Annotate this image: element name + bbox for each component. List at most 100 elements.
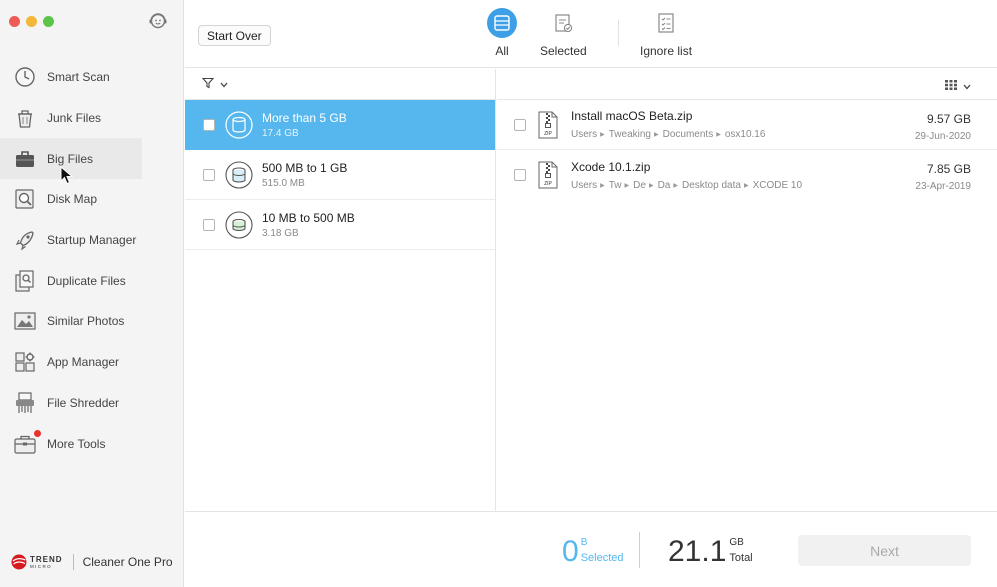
next-button[interactable]: Next [798, 535, 971, 566]
mouse-pointer-icon [60, 165, 74, 186]
tab-label: Selected [540, 44, 587, 58]
sidebar-item-label: Disk Map [47, 192, 98, 207]
path-segment: Desktop data [682, 179, 741, 191]
path-segment: Users [571, 129, 598, 140]
size-category-pane: More than 5 GB 17.4 GB 500 MB to 1 GB 51… [185, 69, 496, 511]
top-toolbar: Start Over All Selected Ignore list [185, 0, 997, 68]
path-arrow-icon: ▶ [648, 182, 654, 189]
path-arrow-icon: ▶ [624, 182, 630, 189]
chevron-down-icon[interactable] [220, 77, 228, 91]
zip-file-icon: ZIP [538, 161, 558, 189]
minimize-window-button[interactable] [26, 16, 37, 27]
close-window-button[interactable] [9, 16, 20, 27]
path-arrow-icon: ▶ [716, 132, 721, 138]
start-over-button[interactable]: Start Over [198, 25, 271, 46]
sidebar-item-label: Smart Scan [47, 70, 110, 85]
zip-file-icon: ZIP [538, 111, 558, 138]
selected-size-value: 0 [562, 535, 579, 568]
file-date: 23-Apr-2019 [915, 181, 971, 192]
svg-text:ZIP: ZIP [544, 181, 552, 187]
selected-caption: Selected [580, 552, 624, 564]
path-arrow-icon: ▶ [600, 132, 605, 138]
total-caption: Total [729, 552, 753, 564]
sidebar-item-startup-manager[interactable]: Startup Manager [0, 220, 184, 261]
trend-micro-logo: TREND MICRO [11, 554, 63, 570]
path-segment: De [633, 179, 646, 191]
drive-icon [487, 8, 517, 38]
category-row[interactable]: 10 MB to 500 MB 3.18 GB [185, 200, 495, 250]
tab-selected[interactable]: Selected [540, 8, 587, 58]
path-segment: Tw [608, 179, 622, 191]
path-segment: Da [657, 179, 671, 191]
selected-summary: 0 B Selected [562, 535, 624, 568]
rocket-icon [12, 227, 38, 253]
checklist-icon [651, 8, 681, 38]
category-checkbox[interactable] [203, 168, 215, 181]
path-arrow-icon: ▶ [654, 132, 659, 138]
category-name: More than 5 GB [262, 111, 347, 125]
disk-icon [225, 160, 253, 189]
filter-bar [185, 69, 495, 100]
sidebar-item-disk-map[interactable]: Disk Map [0, 179, 184, 220]
brand-product-name: Cleaner One Pro [82, 555, 173, 569]
path-segment: Documents [662, 129, 714, 140]
sidebar-item-junk-files[interactable]: Junk Files [0, 98, 184, 139]
path-arrow-icon: ▶ [743, 182, 749, 189]
file-date: 29-Jun-2020 [914, 131, 971, 142]
zoom-window-button[interactable] [43, 16, 54, 27]
support-agent-icon[interactable] [148, 11, 168, 31]
svg-text:ZIP: ZIP [544, 131, 552, 137]
duplicate-icon [12, 268, 38, 294]
sidebar-item-app-manager[interactable]: App Manager [0, 342, 184, 383]
tab-label: All [495, 44, 509, 58]
shredder-icon [12, 390, 38, 416]
magnifier-icon [12, 186, 38, 212]
path-segment: XCODE 10 [752, 179, 803, 191]
tab-label: Ignore list [640, 44, 693, 58]
brand-company-sub: MICRO [30, 563, 52, 569]
file-path: Users ▶ Tweaking ▶ Documents ▶ osx10.16 [571, 129, 765, 140]
total-size-unit: GB [729, 537, 744, 548]
category-size: 515.0 MB [262, 177, 305, 189]
path-segment: osx10.16 [724, 129, 766, 140]
brand-divider [72, 554, 74, 570]
file-row[interactable]: ZIP Install macOS Beta.zip Users ▶ Tweakin… [497, 100, 997, 150]
photo-icon [12, 308, 38, 334]
category-checkbox[interactable] [203, 218, 215, 231]
sidebar-item-more-tools[interactable]: More Tools [0, 423, 184, 464]
view-bar [497, 69, 997, 100]
category-row[interactable]: 500 MB to 1 GB 515.0 MB [185, 150, 495, 200]
file-size: 9.57 GB [926, 112, 971, 126]
category-checkbox[interactable] [203, 119, 215, 131]
window-controls [9, 16, 54, 27]
file-meta: 7.85 GB 23-Apr-2019 [915, 162, 971, 192]
file-checkbox[interactable] [514, 169, 526, 181]
file-name: Xcode 10.1.zip [571, 159, 651, 174]
sidebar-item-label: File Shredder [47, 395, 120, 410]
sidebar-item-smart-scan[interactable]: Smart Scan [0, 57, 184, 98]
sidebar-item-file-shredder[interactable]: File Shredder [0, 383, 184, 424]
grid-view-icon [945, 79, 957, 93]
path-segment: Tweaking [608, 129, 651, 140]
view-mode-button[interactable] [945, 79, 971, 93]
sidebar-item-label: App Manager [47, 355, 120, 370]
tab-all[interactable]: All [487, 8, 517, 58]
notification-dot [34, 429, 41, 437]
sidebar-item-label: Similar Photos [47, 314, 125, 329]
file-row[interactable]: ZIP Xcode 10.1.zip Users ▶ Tw ▶ De ▶ Da ▶ Deskto… [497, 150, 997, 200]
trend-micro-ball-icon [11, 554, 27, 570]
path-segment: Users [571, 179, 598, 191]
total-size-value: 21.1 [668, 535, 727, 568]
filter-icon[interactable] [201, 77, 215, 92]
file-checkbox[interactable] [514, 118, 526, 131]
sidebar-item-label: Duplicate Files [47, 273, 126, 288]
category-row[interactable]: More than 5 GB 17.4 GB [185, 100, 495, 150]
tab-divider [618, 20, 619, 46]
category-size: 3.18 GB [262, 227, 299, 239]
app-grid-icon [12, 349, 38, 375]
sidebar-item-similar-photos[interactable]: Similar Photos [0, 301, 184, 342]
clock-icon [12, 64, 38, 90]
file-list-pane: ZIP Install macOS Beta.zip Users ▶ Tweakin… [497, 69, 997, 511]
tab-ignore-list[interactable]: Ignore list [640, 8, 692, 58]
sidebar-item-duplicate-files[interactable]: Duplicate Files [0, 260, 184, 301]
